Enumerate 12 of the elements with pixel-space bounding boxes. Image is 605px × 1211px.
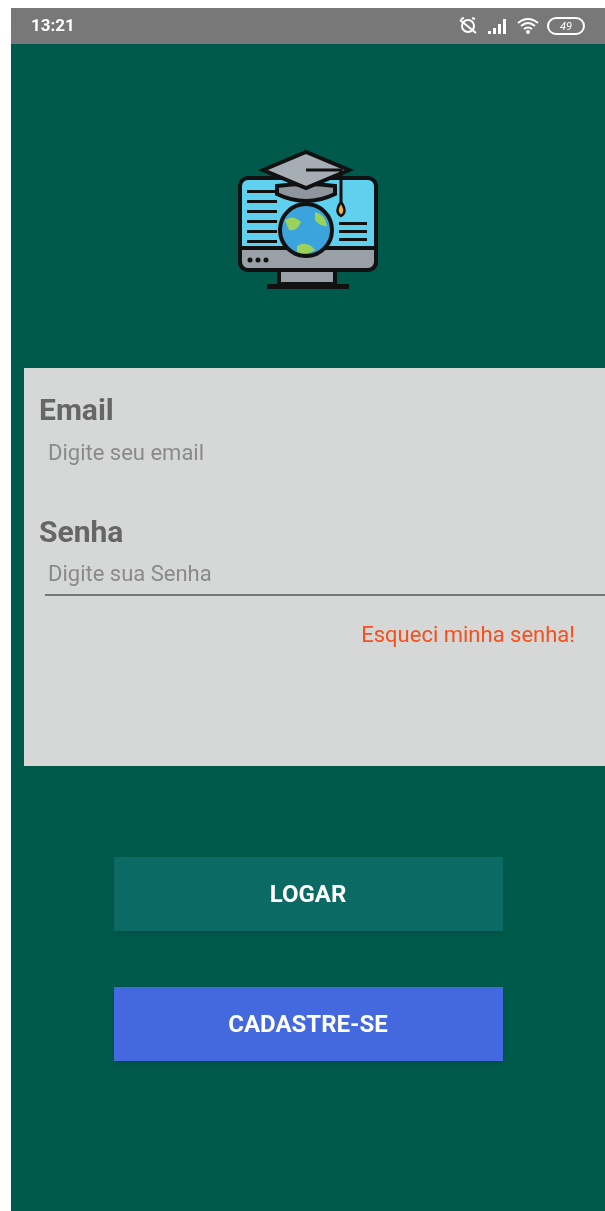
signal-icon	[487, 18, 509, 34]
wifi-icon	[517, 17, 539, 35]
battery-icon: 49	[547, 17, 585, 35]
input-field[interactable]: Digite seu email	[45, 430, 605, 474]
field-label: Email	[38, 391, 115, 429]
action-button[interactable]: CADASTRE-SE	[113, 987, 503, 1061]
action-button[interactable]: LOGAR	[113, 857, 503, 931]
alarm-off-icon	[457, 17, 479, 35]
input-field[interactable]: Digite sua Senha	[45, 552, 605, 596]
field-label: Senha	[38, 513, 125, 551]
clock: 13:21	[31, 14, 75, 38]
graduation-monitor-icon	[237, 148, 379, 292]
